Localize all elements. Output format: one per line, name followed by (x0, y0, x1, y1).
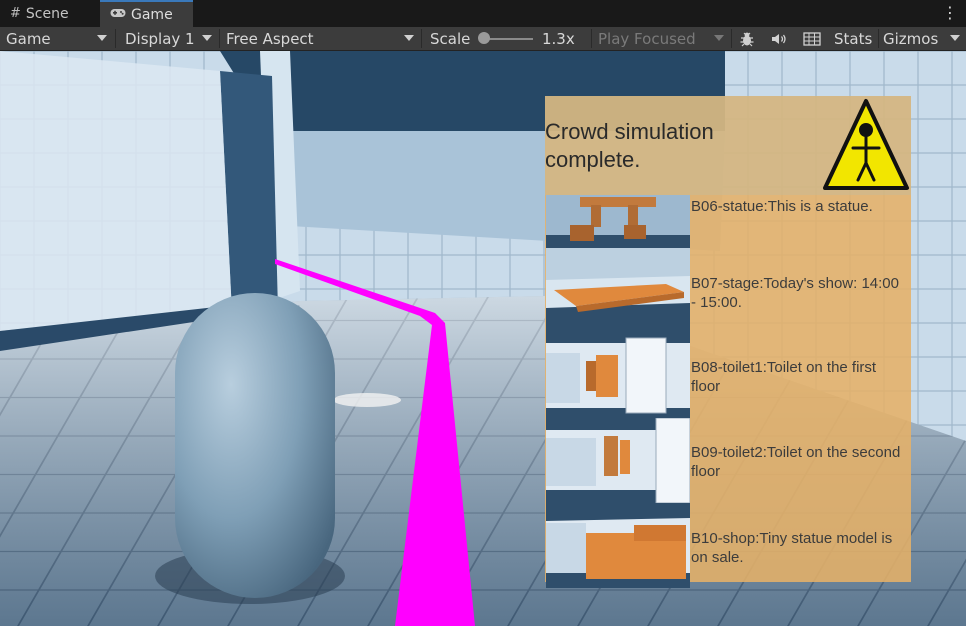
tab-scene[interactable]: # Scene (0, 0, 100, 27)
agent-capsule (175, 293, 335, 598)
game-view-toolbar: Game Display 1 Free Aspect Scale 1.3x Pl… (0, 27, 966, 51)
play-mode-dropdown[interactable]: Play Focused (594, 27, 729, 50)
play-mode-label: Play Focused (598, 29, 696, 48)
status-header: Crowd simulation complete. (545, 96, 911, 195)
editor-tab-bar: # Scene Game ⋮ (0, 0, 966, 27)
divider (421, 29, 422, 48)
scale-slider-handle[interactable] (478, 32, 490, 44)
scale-value: 1.3x (542, 29, 575, 48)
thumbnail-shop (546, 503, 690, 588)
pedestrian-warning-icon (821, 96, 911, 193)
item-description: B06-statue:This is a statue. (691, 198, 873, 215)
tab-game[interactable]: Game (100, 0, 193, 27)
status-message: Crowd simulation complete. (545, 119, 714, 172)
divider (878, 29, 879, 48)
scale-label: Scale (430, 29, 471, 48)
grid-icon: # (10, 6, 21, 21)
tab-game-label: Game (131, 6, 173, 23)
chevron-down-icon (404, 35, 414, 41)
item-description: B07-stage:Today's show: 14:00 - 15:00. (691, 275, 899, 311)
gamepad-icon (110, 7, 126, 22)
game-viewport[interactable]: Crowd simulation complete. B06-statue:Th… (0, 51, 966, 626)
divider (115, 29, 116, 48)
list-item: B09-toilet2:Toilet on the second floor (546, 418, 910, 503)
info-panel: Crowd simulation complete. B06-statue:Th… (545, 96, 911, 588)
list-item: B10-shop:Tiny statue model is on sale. (546, 503, 910, 588)
chevron-down-icon (714, 35, 724, 41)
speaker-icon[interactable] (766, 27, 792, 50)
item-description: B08-toilet1:Toilet on the first floor (691, 359, 877, 395)
item-description: B09-toilet2:Toilet on the second floor (691, 444, 901, 480)
thumbnail-toilet2 (546, 418, 690, 503)
tab-scene-label: Scene (25, 5, 69, 22)
list-item: B08-toilet1:Toilet on the first floor (546, 333, 910, 418)
display-dropdown[interactable]: Display 1 (121, 27, 217, 50)
display-label: Display 1 (125, 29, 195, 48)
divider (731, 29, 732, 48)
layout-grid-icon[interactable] (798, 27, 826, 50)
thumbnail-stage (546, 248, 690, 333)
display-mode-dropdown[interactable]: Game (2, 27, 112, 50)
aspect-label: Free Aspect (226, 29, 314, 48)
chevron-down-icon (97, 35, 107, 41)
divider (591, 29, 592, 48)
more-options-icon[interactable]: ⋮ (942, 4, 958, 22)
bug-icon[interactable] (734, 27, 760, 50)
item-description: B10-shop:Tiny statue model is on sale. (691, 530, 893, 566)
divider (219, 29, 220, 48)
stats-button[interactable]: Stats (834, 27, 874, 50)
display-mode-label: Game (6, 29, 51, 48)
list-item: B07-stage:Today's show: 14:00 - 15:00. (546, 248, 910, 333)
thumbnail-toilet1 (546, 333, 690, 418)
gizmos-button[interactable]: Gizmos (883, 27, 941, 50)
gizmos-dropdown[interactable] (941, 27, 965, 50)
chevron-down-icon (202, 35, 212, 41)
aspect-dropdown[interactable]: Free Aspect (222, 27, 419, 50)
chevron-down-icon (950, 35, 960, 41)
